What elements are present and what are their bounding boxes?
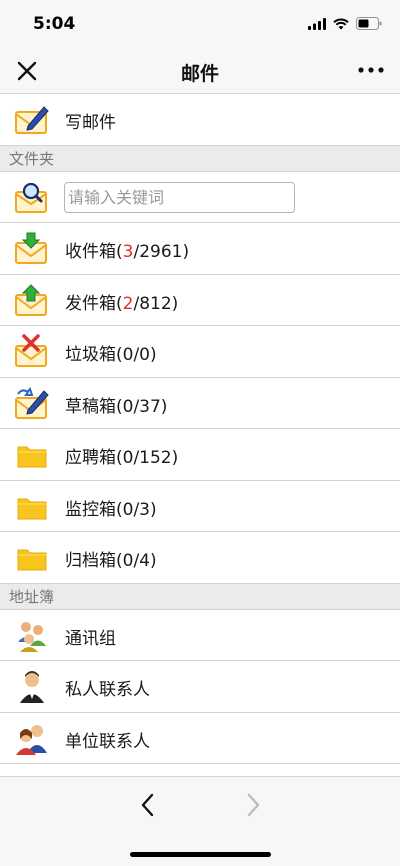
drafts-icon (15, 386, 49, 419)
folder-icon (17, 446, 47, 468)
contact-label-groups: 通讯组 (65, 628, 116, 649)
more-icon[interactable] (356, 60, 386, 80)
search-input[interactable]: 请输入关键词 (64, 181, 295, 213)
contact-row-company[interactable]: 单位联系人 (0, 712, 400, 764)
unread-count-outbox: 2 (122, 293, 134, 314)
status-icons (308, 17, 382, 30)
folder-name-inbox: 收件箱( (65, 242, 123, 262)
folder-label-outbox: 发件箱(2/812) (65, 289, 178, 314)
unread-count-inbox: 3 (122, 242, 134, 262)
inbox-icon (15, 232, 47, 264)
compose-mail-icon (15, 106, 49, 134)
contact-row-groups[interactable]: 通讯组 (0, 609, 400, 661)
wifi-icon (333, 17, 349, 29)
folder-row-trash[interactable]: 垃圾箱(0/0) (0, 326, 400, 378)
folder-label-inbox: 收件箱(3/2961) (65, 237, 189, 262)
folder-total-inbox: /2961) (133, 242, 190, 262)
outbox-icon (15, 283, 47, 316)
page-title: 邮件 (180, 63, 219, 85)
contact-row-private[interactable]: 私人联系人 (0, 661, 400, 713)
folder-row-monitor[interactable]: 监控箱(0/3) (0, 480, 400, 532)
search-mail-icon (15, 182, 47, 213)
back-arrow-icon[interactable] (136, 791, 160, 819)
nav-bar: 邮件 (0, 48, 400, 94)
bottom-toolbar (0, 776, 400, 866)
compose-row[interactable]: 写邮件 (0, 94, 400, 146)
contact-row-partial[interactable] (0, 764, 400, 776)
group-icon (18, 621, 46, 652)
folder-name-outbox: 发件箱( (65, 293, 123, 314)
status-time: 5:04 (33, 14, 76, 34)
home-indicator (130, 852, 271, 857)
folder-icon (17, 498, 47, 519)
person-icon (20, 671, 44, 703)
folder-row-archive[interactable]: 归档箱(0/4) (0, 532, 400, 584)
compose-label: 写邮件 (65, 113, 116, 133)
battery-icon (356, 17, 382, 30)
contact-label-private: 私人联系人 (65, 680, 150, 700)
forward-arrow-icon[interactable] (241, 791, 265, 819)
trash-mail-icon (15, 334, 47, 367)
cellular-signal-icon (308, 17, 326, 30)
folder-row-inbox[interactable]: 收件箱(3/2961) (0, 223, 400, 275)
section-header-address-book: 地址簿 (0, 583, 400, 610)
folder-label-trash: 垃圾箱(0/0) (65, 345, 157, 365)
contact-label-company: 单位联系人 (65, 731, 150, 752)
folder-label-monitor: 监控箱(0/3) (65, 499, 157, 520)
section-header-folders: 文件夹 (0, 145, 400, 172)
search-row: 请输入关键词 (0, 171, 400, 223)
folder-label-archive: 归档箱(0/4) (65, 551, 157, 571)
folder-row-outbox[interactable]: 发件箱(2/812) (0, 274, 400, 326)
folder-label-drafts: 草稿箱(0/37) (65, 396, 168, 417)
status-bar: 5:04 (0, 0, 400, 48)
company-contacts-icon (16, 724, 47, 755)
folder-label-applications: 应聘箱(0/152) (65, 448, 179, 468)
mail-menu-list: 写邮件 文件夹 请输入关键词 收件箱(3/2961) 发件箱(2/812) 垃圾… (0, 94, 400, 776)
folder-row-drafts[interactable]: 草稿箱(0/37) (0, 377, 400, 429)
folder-row-applications[interactable]: 应聘箱(0/152) (0, 429, 400, 481)
folder-total-outbox: /812) (133, 293, 179, 314)
folder-icon (17, 549, 47, 571)
